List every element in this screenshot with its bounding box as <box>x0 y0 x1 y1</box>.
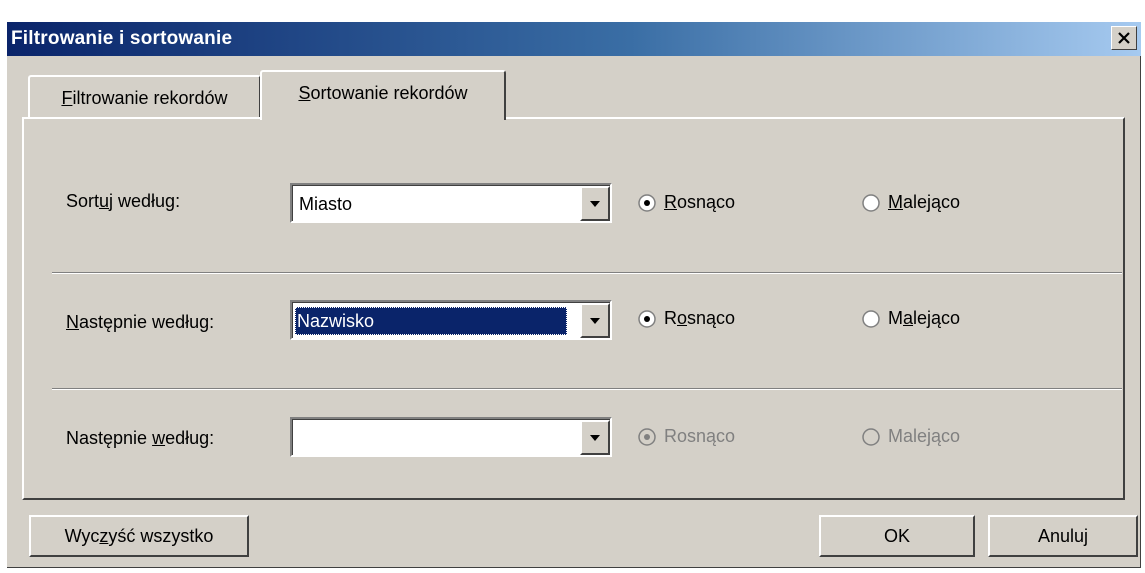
then-by-value-1: Nazwisko <box>295 307 567 335</box>
sort-by-combo[interactable]: Miasto <box>290 183 612 223</box>
sort-panel: Sortuj według: Miasto Rosnąco Malejąco N… <box>22 117 1125 500</box>
radio-checked-icon <box>638 193 656 212</box>
then-by-combo-2[interactable] <box>290 417 612 457</box>
radio-unchecked-disabled-icon <box>862 427 880 446</box>
close-icon <box>1118 32 1130 44</box>
then-by-ascending-radio-2: Rosnąco <box>638 426 735 447</box>
tab-sort-records[interactable]: Sortowanie rekordów <box>260 70 506 124</box>
then-by-label-2: Następnie według: <box>66 428 215 448</box>
tab-filter-records[interactable]: Filtrowanie rekordów <box>28 75 261 119</box>
close-button[interactable] <box>1111 26 1137 50</box>
then-by-dropdown-button-1[interactable] <box>580 303 610 338</box>
cancel-button[interactable]: Anuluj <box>988 515 1138 557</box>
clear-all-button[interactable]: Wyczyść wszystko <box>29 515 249 557</box>
separator <box>52 272 1122 274</box>
then-by-label-1: Następnie według: <box>66 312 215 332</box>
title-bar[interactable]: Filtrowanie i sortowanie <box>7 22 1141 56</box>
sort-by-ascending-label: Rosnąco <box>664 192 736 212</box>
then-by-combo-1[interactable]: Nazwisko <box>290 300 612 340</box>
chevron-down-icon <box>590 317 600 324</box>
radio-unchecked-icon <box>862 309 880 328</box>
sort-by-descending-radio[interactable]: Malejąco <box>862 192 960 213</box>
then-by-dropdown-button-2[interactable] <box>580 420 610 455</box>
then-by-ascending-label-2: Rosnąco <box>664 426 736 446</box>
separator <box>52 388 1122 390</box>
sort-by-ascending-radio[interactable]: Rosnąco <box>638 192 735 213</box>
dialog-title: Filtrowanie i sortowanie <box>11 28 233 49</box>
sort-by-descending-label: Malejąco <box>888 192 961 212</box>
tab-filter-records-label: Filtrowanie rekordów <box>61 87 228 108</box>
sort-by-value: Miasto <box>299 194 353 214</box>
chevron-down-icon <box>590 200 600 207</box>
then-by-descending-radio-1[interactable]: Malejąco <box>862 308 960 329</box>
then-by-descending-radio-2: Malejąco <box>862 426 960 447</box>
tab-sort-records-label: Sortowanie rekordów <box>298 82 468 103</box>
radio-unchecked-icon <box>862 193 880 212</box>
then-by-ascending-radio-1[interactable]: Rosnąco <box>638 308 735 329</box>
then-by-descending-label-1: Malejąco <box>888 308 961 328</box>
sort-by-dropdown-button[interactable] <box>580 186 610 221</box>
ok-label: OK <box>883 525 910 546</box>
ok-button[interactable]: OK <box>819 515 975 557</box>
radio-checked-icon <box>638 309 656 328</box>
clear-all-label: Wyczyść wszystko <box>64 525 214 546</box>
sort-by-label: Sortuj według: <box>66 191 181 211</box>
then-by-descending-label-2: Malejąco <box>888 426 961 446</box>
then-by-ascending-label-1: Rosnąco <box>664 308 736 328</box>
cancel-label: Anuluj <box>1037 525 1089 546</box>
radio-checked-disabled-icon <box>638 427 656 446</box>
chevron-down-icon <box>590 434 600 441</box>
